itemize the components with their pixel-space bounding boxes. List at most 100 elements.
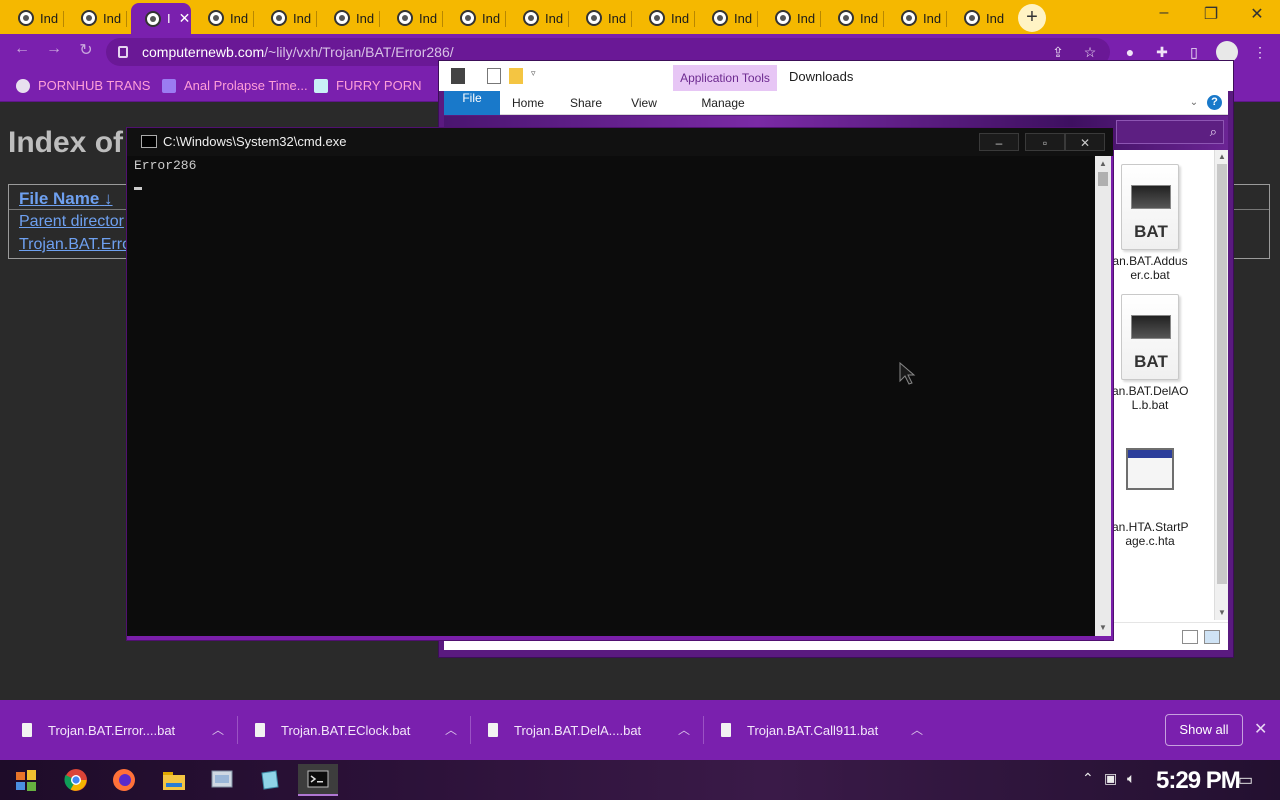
expand-ribbon-icon[interactable]: ⌄ [1186,91,1202,115]
tab-manage[interactable]: Manage [694,91,752,115]
site-favicon-icon [271,10,287,26]
console-output[interactable]: Error286 [127,156,1095,636]
network-icon[interactable]: ▣ [1104,770,1117,787]
browser-tab[interactable]: Ind [698,3,758,33]
notifications-icon[interactable]: ▭ [1238,770,1253,790]
bookmark-item[interactable]: FURRY PORN [314,78,421,93]
sigma-icon [162,78,176,93]
site-favicon-icon [460,10,476,26]
bat-file-icon: BAT [1121,164,1179,250]
close-tab-icon[interactable]: ✕ [179,10,191,27]
bookmark-item[interactable]: PORNHUB TRANS [16,78,150,93]
window-close-icon[interactable]: ✕ [1234,4,1280,24]
close-downloads-icon[interactable]: ✕ [1254,719,1267,739]
window-restore-icon[interactable]: ❐ [1188,4,1234,24]
file-explorer-taskbar-button[interactable] [154,764,194,796]
file-icon [22,723,32,737]
tab-view[interactable]: View [622,91,666,115]
download-item[interactable]: Trojan.BAT.DelA....bat ︿ [474,712,704,748]
scroll-thumb[interactable] [1217,164,1227,584]
tab-file[interactable]: File [444,91,500,115]
extensions-puzzle-icon[interactable]: ✚ [1152,42,1172,62]
search-icon: ⌕ [1209,124,1217,139]
download-item[interactable]: Trojan.BAT.Call911.bat ︿ [707,712,937,748]
side-panel-icon[interactable]: ▯ [1184,42,1204,62]
tab-share[interactable]: Share [564,91,608,115]
forward-arrow-icon[interactable]: → [42,40,66,58]
file-item[interactable]: BAT an.BAT.DelAO L.b.bat [1112,294,1188,412]
show-all-button[interactable]: Show all [1165,714,1243,746]
chevron-up-icon[interactable]: ︿ [678,721,690,738]
bookmark-star-icon[interactable]: ☆ [1080,42,1100,62]
browser-tab[interactable]: Ind [887,3,947,33]
cmd-scrollbar[interactable]: ▲ ▼ [1095,156,1111,636]
help-icon[interactable]: ? [1207,95,1222,110]
show-hidden-icons-chevron-icon[interactable]: ⌃ [1082,770,1094,787]
back-arrow-icon[interactable]: ← [10,40,34,58]
chevron-up-icon[interactable]: ︿ [212,721,224,738]
new-tab-button[interactable]: + [1018,4,1046,32]
site-favicon-icon [838,10,854,26]
volume-icon[interactable]: 🔈︎ [1127,770,1135,787]
firefox-taskbar-button[interactable] [104,764,144,796]
browser-tab[interactable]: Ind [446,3,506,33]
scroll-up-icon[interactable]: ▲ [1095,156,1111,172]
browser-tab[interactable]: Ind [320,3,380,33]
large-icons-view-icon[interactable] [1204,630,1220,644]
parent-directory-link[interactable]: Parent director [19,213,124,231]
details-view-icon[interactable] [1182,630,1198,644]
control-panel-taskbar-button[interactable] [202,764,242,796]
chevron-up-icon[interactable]: ︿ [445,721,457,738]
cmd-minimize-button[interactable]: – [979,133,1019,151]
scroll-down-icon[interactable]: ▼ [1095,620,1111,636]
file-item[interactable]: BAT an.BAT.Addus er.c.bat [1112,164,1188,282]
scroll-up-icon[interactable]: ▲ [1215,150,1229,164]
new-folder-icon[interactable] [509,68,523,84]
windows-logo-icon [16,770,36,791]
browser-tab[interactable]: Ind [761,3,821,33]
browser-tab[interactable]: Ind [824,3,884,33]
browser-tab[interactable]: Ind [383,3,443,33]
menu-kebab-icon[interactable]: ⋮ [1250,42,1270,62]
search-box[interactable]: ⌕ [1116,120,1224,144]
application-tools-label: Application Tools [673,65,777,91]
explorer-app-icon[interactable] [451,68,465,84]
share-icon[interactable]: ⇪ [1048,42,1068,62]
download-item[interactable]: Trojan.BAT.EClock.bat ︿ [241,712,471,748]
extension-avatar-icon[interactable]: ● [1120,42,1140,62]
properties-icon[interactable] [487,68,501,84]
cmd-maximize-button[interactable]: ▫ [1025,133,1065,151]
browser-tab[interactable]: Ind [4,3,64,33]
start-button[interactable] [6,764,46,796]
cmd-taskbar-button[interactable] [298,764,338,796]
clock[interactable]: 5:29 PM [1156,767,1241,795]
browser-tab[interactable]: Ind [950,3,1010,33]
file-link[interactable]: Trojan.BAT.Erro [19,236,131,254]
chevron-up-icon[interactable]: ︿ [911,721,923,738]
browser-tab[interactable]: Ind [509,3,569,33]
globe-icon [16,78,30,93]
browser-tab[interactable]: Ind [572,3,632,33]
customize-chevron-icon[interactable]: ▿ [531,68,545,84]
chrome-taskbar-button[interactable] [56,764,96,796]
browser-tab[interactable]: Ind [635,3,695,33]
window-minimize-icon[interactable]: – [1141,4,1187,22]
site-favicon-icon [964,10,980,26]
file-item[interactable]: an.HTA.StartP age.c.hta [1112,428,1188,548]
browser-tab[interactable]: Ind [194,3,254,33]
browser-tab[interactable]: Ind [67,3,127,33]
taskbar: ⌃ ▣ 🔈︎ 5:29 PM ▭ [0,760,1280,800]
vertical-scrollbar[interactable]: ▲ ▼ [1214,150,1228,620]
browser-tab-active[interactable]: I ✕ [131,3,191,34]
scroll-down-icon[interactable]: ▼ [1215,606,1229,620]
tab-home[interactable]: Home [506,91,550,115]
file-name-column-header[interactable]: File Name ↓ [19,189,113,209]
reload-icon[interactable]: ↻ [74,40,98,60]
scroll-thumb[interactable] [1098,172,1108,186]
notepad-taskbar-button[interactable] [250,764,290,796]
bookmark-item[interactable]: Anal Prolapse Time... [162,78,308,93]
download-item[interactable]: Trojan.BAT.Error....bat ︿ [8,712,238,748]
cmd-close-button[interactable]: ✕ [1065,133,1105,151]
browser-tab[interactable]: Ind [257,3,317,33]
site-favicon-icon [208,10,224,26]
